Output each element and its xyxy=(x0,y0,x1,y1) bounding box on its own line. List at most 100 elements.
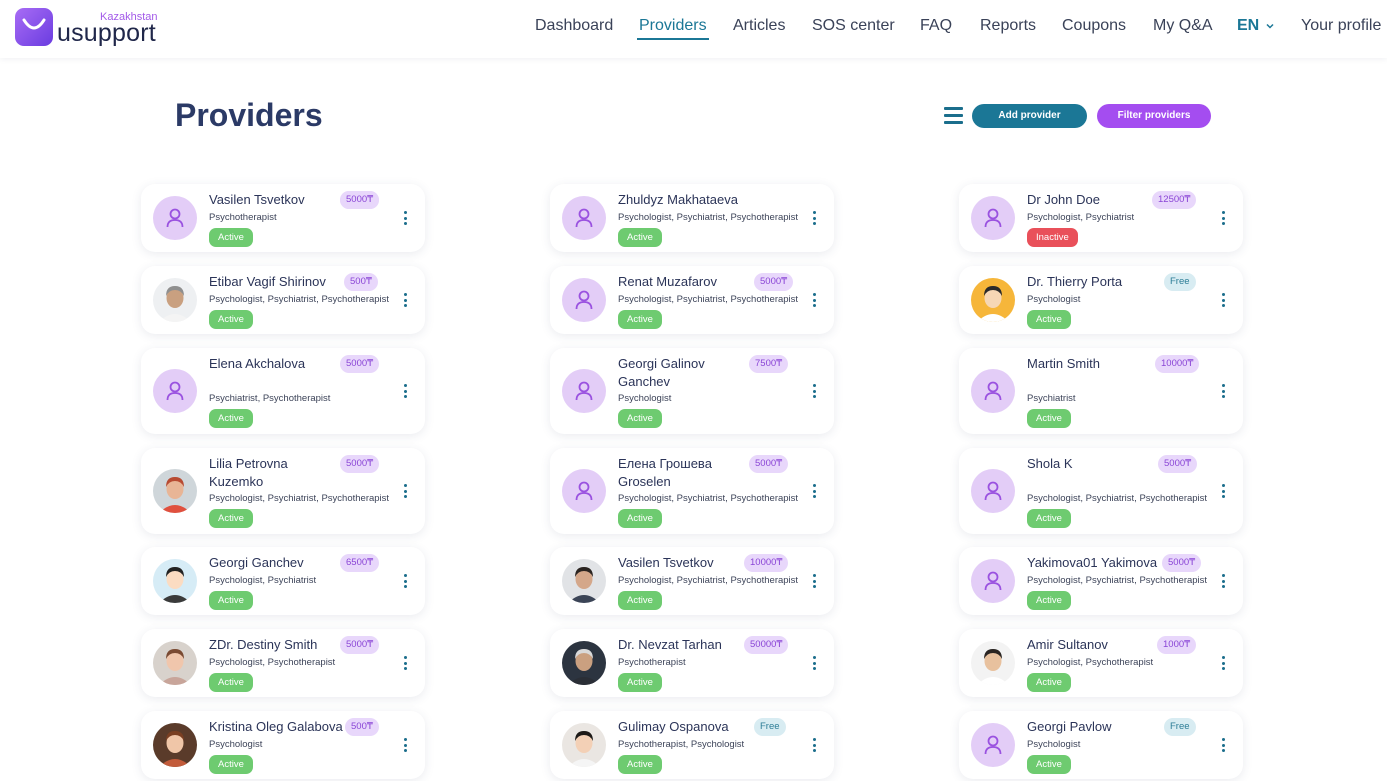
language-selector[interactable]: EN xyxy=(1237,17,1259,35)
provider-card[interactable]: Gulimay Ospanova Free Psychotherapist, Psy… xyxy=(550,711,834,779)
provider-specializations: Psychologist, Psychotherapist xyxy=(1027,657,1154,668)
more-options-icon[interactable] xyxy=(401,211,409,229)
provider-card[interactable]: Georgi Ganchev 6500₸ Psychologist, Psychia… xyxy=(141,547,425,615)
provider-specializations: Psychiatrist xyxy=(1027,393,1076,404)
provider-card[interactable]: Martin Smith 10000₸ Psychiatrist Active xyxy=(959,348,1243,434)
status-badge: Active xyxy=(1027,509,1071,528)
avatar-placeholder-icon xyxy=(562,469,606,513)
more-options-icon[interactable] xyxy=(810,293,818,311)
provider-specializations: Psychologist, Psychiatrist, Psychotherap… xyxy=(618,212,799,223)
provider-specializations: Psychologist xyxy=(1027,739,1081,750)
price-badge: 10000₸ xyxy=(744,554,789,572)
provider-card[interactable]: Vasilen Tsvetkov 10000₸ Psychologist, Psyc… xyxy=(550,547,834,615)
provider-specializations: Psychiatrist, Psychotherapist xyxy=(209,393,331,404)
nav-your-profile[interactable]: Your profile xyxy=(1301,17,1381,35)
price-badge: 10000₸ xyxy=(1155,355,1200,373)
provider-card[interactable]: Dr. Thierry Porta Free Psychologist Active xyxy=(959,266,1243,334)
more-options-icon[interactable] xyxy=(401,574,409,592)
price-badge: 50000₸ xyxy=(744,636,789,654)
provider-card[interactable]: Dr. Nevzat Tarhan 50000₸ Psychotherapist Ac… xyxy=(550,629,834,697)
more-options-icon[interactable] xyxy=(401,484,409,502)
nav-reports[interactable]: Reports xyxy=(980,17,1036,35)
provider-card[interactable]: Dr John Doe 12500₸ Psychologist, Psychiatr… xyxy=(959,184,1243,252)
nav-sos-center[interactable]: SOS center xyxy=(812,17,895,35)
provider-name: Lilia Petrovna Kuzemko xyxy=(209,456,288,489)
top-navigation-bar: usupport Kazakhstan Dashboard Providers … xyxy=(0,0,1387,58)
more-options-icon[interactable] xyxy=(1219,384,1227,402)
provider-specializations: Psychologist, Psychiatrist, Psychotherap… xyxy=(209,493,390,504)
status-badge: Active xyxy=(209,591,253,610)
provider-specializations: Psychotherapist xyxy=(209,212,277,223)
provider-card[interactable]: Kristina Oleg Galabova 500₸ Psychologist Ac… xyxy=(141,711,425,779)
nav-providers[interactable]: Providers xyxy=(637,17,709,40)
provider-card[interactable]: Etibar Vagif Shirinov 500₸ Psychologist, P… xyxy=(141,266,425,334)
provider-card[interactable]: Elena Akchalova 5000₸ Psychiatrist, Psycho… xyxy=(141,348,425,434)
price-badge: Free xyxy=(1164,718,1196,736)
avatar-placeholder-icon xyxy=(153,369,197,413)
status-badge: Active xyxy=(618,310,662,329)
more-options-icon[interactable] xyxy=(1219,211,1227,229)
more-options-icon[interactable] xyxy=(1219,738,1227,756)
avatar-placeholder-icon xyxy=(971,723,1015,767)
more-options-icon[interactable] xyxy=(1219,574,1227,592)
avatar-placeholder-icon xyxy=(971,196,1015,240)
provider-photo xyxy=(971,641,1015,685)
provider-specializations: Psychologist, Psychiatrist xyxy=(209,575,317,586)
price-badge: 500₸ xyxy=(344,273,378,291)
nav-faq[interactable]: FAQ xyxy=(920,17,952,35)
provider-card[interactable]: Georgi Pavlow Free Psychologist Active xyxy=(959,711,1243,779)
more-options-icon[interactable] xyxy=(810,484,818,502)
price-badge: 5000₸ xyxy=(749,455,789,473)
more-options-icon[interactable] xyxy=(810,574,818,592)
status-badge: Active xyxy=(209,228,253,247)
main-nav: Dashboard Providers Articles SOS center … xyxy=(0,0,1387,58)
status-badge: Active xyxy=(618,591,662,610)
status-badge: Active xyxy=(209,673,253,692)
provider-photo xyxy=(971,278,1015,322)
provider-card[interactable]: Yakimova01 Yakimova 5000₸ Psychologist, Ps… xyxy=(959,547,1243,615)
status-badge: Inactive xyxy=(1027,228,1078,247)
status-badge: Active xyxy=(618,509,662,528)
provider-photo xyxy=(153,723,197,767)
provider-name: Elena Akchalova xyxy=(209,356,306,371)
nav-dashboard[interactable]: Dashboard xyxy=(535,17,613,35)
avatar-placeholder-icon xyxy=(562,369,606,413)
add-provider-button[interactable]: Add provider xyxy=(972,104,1087,128)
more-options-icon[interactable] xyxy=(401,738,409,756)
price-badge: 12500₸ xyxy=(1152,191,1197,209)
provider-card[interactable]: Vasilen Tsvetkov9999₸PsychotherapistActi… xyxy=(141,184,425,252)
list-view-icon[interactable] xyxy=(944,107,963,125)
provider-specializations: Psychologist xyxy=(1027,294,1081,305)
more-options-icon[interactable] xyxy=(810,211,818,229)
more-options-icon[interactable] xyxy=(1219,484,1227,502)
provider-card[interactable]: Zhuldyz Makhataeva 5000₸ Psychologist, Psy… xyxy=(340,184,834,252)
more-options-icon[interactable] xyxy=(1219,293,1227,311)
provider-card[interactable]: Shola K 5000₸ Psychologist, Psychiatrist, … xyxy=(959,448,1243,534)
provider-card[interactable]: ZDr. Destiny Smith 5000₸ Psychologist, Psy… xyxy=(141,629,425,697)
provider-specializations: Psychologist, Psychiatrist, Psychotherap… xyxy=(1027,575,1208,586)
provider-card[interactable]: Lilia Petrovna Kuzemko 5000₸ Psychologist,… xyxy=(141,448,425,534)
nav-coupons[interactable]: Coupons xyxy=(1062,17,1126,35)
provider-specializations: Psychologist, Psychiatrist xyxy=(1027,212,1135,223)
status-badge: Active xyxy=(618,673,662,692)
nav-my-qa[interactable]: My Q&A xyxy=(1153,17,1213,35)
provider-card[interactable]: Елена Грошева Groselen 5000₸ Psychologist,… xyxy=(550,448,834,534)
filter-providers-button[interactable]: Filter providers xyxy=(1097,104,1211,128)
nav-articles[interactable]: Articles xyxy=(733,17,785,35)
more-options-icon[interactable] xyxy=(401,656,409,674)
more-options-icon[interactable] xyxy=(810,738,818,756)
chevron-down-icon[interactable] xyxy=(1266,22,1274,30)
more-options-icon[interactable] xyxy=(401,293,409,311)
more-options-icon[interactable] xyxy=(1219,656,1227,674)
provider-photo xyxy=(562,641,606,685)
provider-card[interactable]: Amir Sultanov 1000₸ Psychologist, Psychoth… xyxy=(959,629,1243,697)
provider-specializations: Psychologist xyxy=(209,739,263,750)
provider-photo xyxy=(153,278,197,322)
more-options-icon[interactable] xyxy=(810,384,818,402)
price-badge: 6500₸ xyxy=(340,554,380,572)
more-options-icon[interactable] xyxy=(810,656,818,674)
more-options-icon[interactable] xyxy=(401,384,409,402)
provider-card[interactable]: Renat Muzafarov 5000₸ Psychologist, Psychi… xyxy=(550,266,834,334)
provider-photo xyxy=(153,469,197,513)
provider-card[interactable]: Georgi Galinov Ganchev 7500₸ Psychologist A… xyxy=(550,348,834,434)
